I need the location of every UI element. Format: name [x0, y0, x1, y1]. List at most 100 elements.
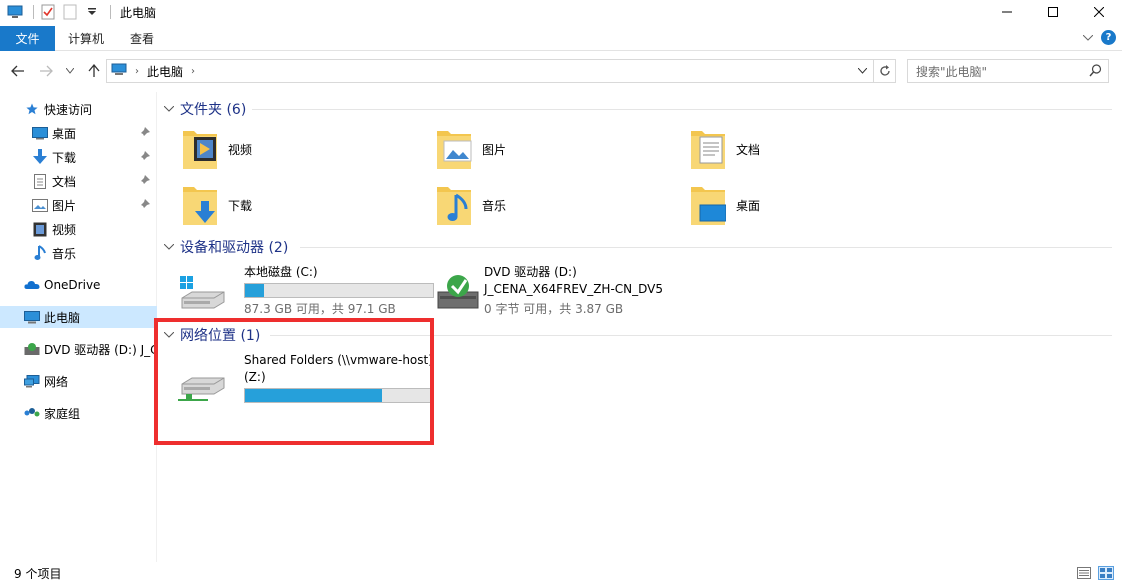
sidebar-item-videos[interactable]: 视频 — [0, 218, 157, 240]
folder-item[interactable]: 视频 — [160, 124, 400, 174]
tab-computer[interactable]: 计算机 — [55, 26, 117, 51]
sidebar-item-label: 桌面 — [52, 126, 77, 141]
breadcrumb-separator-icon[interactable]: › — [191, 66, 195, 77]
pin-icon[interactable] — [140, 126, 150, 140]
up-button[interactable] — [86, 62, 102, 80]
new-folder-icon[interactable] — [61, 3, 79, 21]
forward-button[interactable] — [38, 62, 54, 80]
homegroup-icon — [24, 405, 40, 421]
dvd-icon — [24, 341, 40, 357]
sidebar-item-downloads[interactable]: 下载 — [0, 146, 157, 168]
folder-item[interactable]: 下载 — [160, 180, 400, 230]
sidebar-item-onedrive[interactable]: OneDrive — [0, 274, 157, 296]
chevron-down-icon — [163, 242, 175, 253]
minimize-button[interactable] — [984, 0, 1030, 24]
properties-icon[interactable] — [39, 3, 57, 21]
computer-icon — [24, 309, 40, 325]
sidebar-item-this-pc[interactable]: 此电脑 — [0, 306, 157, 328]
download-icon — [32, 149, 48, 165]
desktop-folder-icon — [690, 183, 727, 227]
dvd-drive-icon — [436, 272, 486, 312]
navigation-bar: › 此电脑 › 搜索"此电脑" — [0, 56, 1122, 86]
drive-name: DVD 驱动器 (D:) — [484, 265, 577, 279]
toolbar-divider — [33, 5, 34, 19]
folder-item[interactable]: 音乐 — [414, 180, 654, 230]
video-icon — [32, 221, 48, 237]
refresh-button[interactable] — [873, 60, 895, 82]
sidebar-item-dvd-drive[interactable]: DVD 驱动器 (D:) J_C — [0, 338, 157, 360]
computer-icon — [111, 63, 127, 79]
breadcrumb-this-pc[interactable]: 此电脑 — [147, 63, 183, 80]
expand-ribbon-icon[interactable] — [1083, 34, 1093, 41]
computer-icon[interactable] — [6, 3, 24, 21]
drive-space-text: 0 字节 可用，共 3.87 GB — [484, 302, 624, 316]
folder-item[interactable]: 图片 — [414, 124, 654, 174]
minimize-icon — [1002, 11, 1012, 13]
drive-volume-label: J_CENA_X64FREV_ZH-CN_DV5 — [484, 282, 664, 296]
details-view-icon[interactable] — [1076, 566, 1092, 580]
tiles-view-icon[interactable] — [1098, 566, 1114, 580]
search-icon[interactable] — [1089, 64, 1102, 80]
sidebar-item-network[interactable]: 网络 — [0, 370, 157, 392]
address-bar[interactable]: › 此电脑 › — [106, 59, 896, 83]
close-button[interactable] — [1076, 0, 1122, 24]
sidebar-item-documents[interactable]: 文档 — [0, 170, 157, 192]
drive-item-c[interactable]: 本地磁盘 (C:) 87.3 GB 可用，共 97.1 GB — [178, 264, 434, 324]
folder-item[interactable]: 文档 — [668, 124, 908, 174]
group-divider — [300, 247, 1112, 248]
close-icon — [1094, 7, 1104, 17]
sidebar-item-homegroup[interactable]: 家庭组 — [0, 402, 157, 424]
customize-toolbar-icon[interactable] — [83, 3, 101, 21]
view-toggle — [1070, 566, 1114, 580]
sidebar-item-music[interactable]: 音乐 — [0, 242, 157, 264]
quick-access-toolbar: 此电脑 — [0, 0, 156, 24]
status-bar: 9 个项目 — [0, 562, 1122, 585]
music-icon — [32, 245, 48, 261]
pin-icon[interactable] — [140, 198, 150, 212]
sidebar-item-label: OneDrive — [44, 278, 101, 292]
chevron-down-icon — [163, 104, 175, 115]
search-input[interactable]: 搜索"此电脑" — [907, 59, 1109, 83]
sidebar-item-desktop[interactable]: 桌面 — [0, 122, 157, 144]
sidebar-item-pictures[interactable]: 图片 — [0, 194, 157, 216]
sidebar-item-label: 视频 — [52, 222, 77, 237]
drive-usage-bar — [244, 283, 434, 298]
download-folder-icon — [182, 183, 218, 227]
back-button[interactable] — [10, 62, 26, 80]
network-icon — [24, 373, 40, 389]
breadcrumb-separator-icon: › — [135, 65, 139, 77]
forward-arrow-icon — [40, 65, 53, 77]
group-header-label: 设备和驱动器 (2) — [180, 240, 289, 256]
folder-label: 桌面 — [736, 198, 761, 213]
address-history-dropdown[interactable] — [857, 64, 868, 77]
pin-icon[interactable] — [140, 174, 150, 188]
help-icon[interactable]: ? — [1101, 30, 1116, 45]
sidebar-item-label: 此电脑 — [44, 310, 81, 325]
sidebar-item-label: 家庭组 — [44, 406, 81, 421]
star-icon — [24, 101, 40, 117]
item-count: 9 个项目 — [14, 567, 62, 581]
sidebar-item-label: 网络 — [44, 374, 69, 389]
sidebar-item-label: 快速访问 — [44, 102, 93, 117]
drive-usage-fill — [245, 284, 264, 297]
tab-file[interactable]: 文件 — [0, 25, 55, 51]
video-folder-icon — [182, 127, 218, 171]
group-header-folders[interactable]: 文件夹 (6) — [163, 98, 1112, 120]
folder-item[interactable]: 桌面 — [668, 180, 908, 230]
pin-icon[interactable] — [140, 150, 150, 164]
group-header-devices[interactable]: 设备和驱动器 (2) — [163, 236, 1112, 258]
maximize-button[interactable] — [1030, 0, 1076, 24]
toolbar-divider — [110, 5, 111, 19]
folder-label: 文档 — [736, 142, 761, 157]
explorer-window: 此电脑 文件 计算机 查看 ? › 此电脑 › 搜索"此电脑" 快速访问 桌面 … — [0, 0, 1122, 585]
sidebar-item-quick-access[interactable]: 快速访问 — [0, 98, 157, 120]
recent-locations-button[interactable] — [64, 62, 76, 80]
chevron-down-icon — [66, 68, 74, 74]
sidebar-item-label: 音乐 — [52, 246, 77, 261]
up-arrow-icon — [88, 64, 100, 77]
drive-name: 本地磁盘 (C:) — [244, 265, 318, 279]
drive-item-d[interactable]: DVD 驱动器 (D:) J_CENA_X64FREV_ZH-CN_DV5 0 … — [436, 264, 696, 324]
tab-view[interactable]: 查看 — [117, 26, 167, 51]
drive-space-text: 87.3 GB 可用，共 97.1 GB — [244, 302, 396, 316]
group-divider — [252, 109, 1112, 110]
